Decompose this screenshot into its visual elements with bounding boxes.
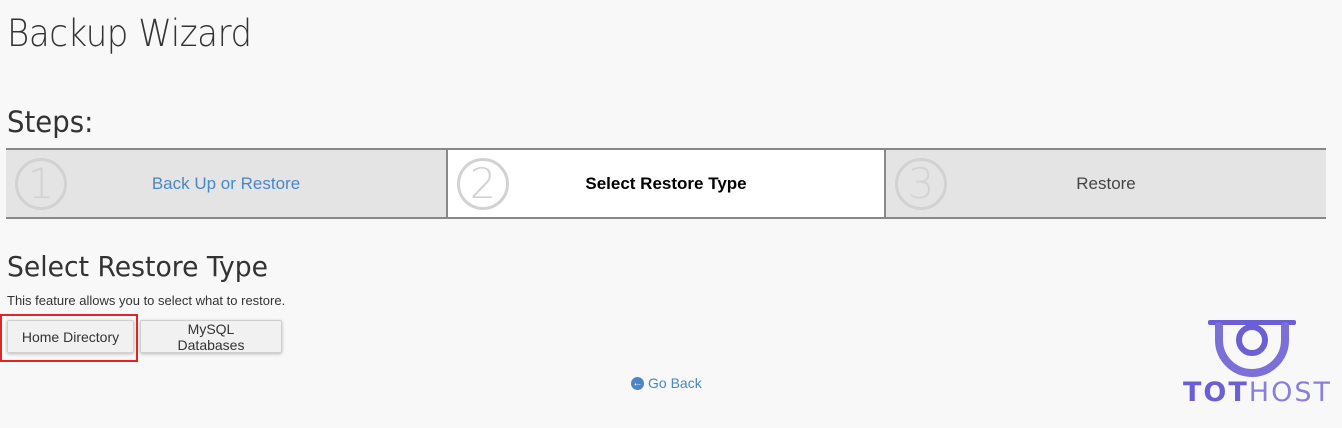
step-3-label: Restore xyxy=(1076,173,1136,193)
arrow-left-circle-icon: ← xyxy=(631,376,644,390)
section-title: Select Restore Type xyxy=(7,250,269,283)
step-3: 3 Restore xyxy=(886,150,1326,217)
step-2: 2 Select Restore Type xyxy=(446,150,886,217)
steps-bar: 1 Back Up or Restore 2 Select Restore Ty… xyxy=(6,148,1326,219)
go-back-label: Go Back xyxy=(648,375,702,391)
mysql-databases-button[interactable]: MySQL Databases xyxy=(140,320,282,353)
step-3-number: 3 xyxy=(895,158,947,210)
go-back-link[interactable]: ← Go Back xyxy=(631,375,702,391)
tothost-logo-text: TOTHOST xyxy=(1183,377,1332,408)
section-description: This feature allows you to select what t… xyxy=(7,293,286,308)
step-2-label: Select Restore Type xyxy=(585,173,747,193)
home-directory-button[interactable]: Home Directory xyxy=(7,320,134,353)
step-1-label[interactable]: Back Up or Restore xyxy=(152,174,300,194)
tothost-logo-icon xyxy=(1208,320,1296,377)
logo-text-host: HOST xyxy=(1248,377,1332,408)
step-2-number: 2 xyxy=(457,158,509,210)
step-1-number: 1 xyxy=(15,158,67,210)
tothost-logo: TOTHOST xyxy=(1183,318,1330,408)
step-1[interactable]: 1 Back Up or Restore xyxy=(6,150,446,217)
page-title: Backup Wizard xyxy=(7,12,252,55)
steps-heading: Steps: xyxy=(7,105,94,139)
backup-wizard-page: Backup Wizard Steps: 1 Back Up or Restor… xyxy=(0,0,1342,428)
logo-text-tot: TOT xyxy=(1183,377,1249,408)
